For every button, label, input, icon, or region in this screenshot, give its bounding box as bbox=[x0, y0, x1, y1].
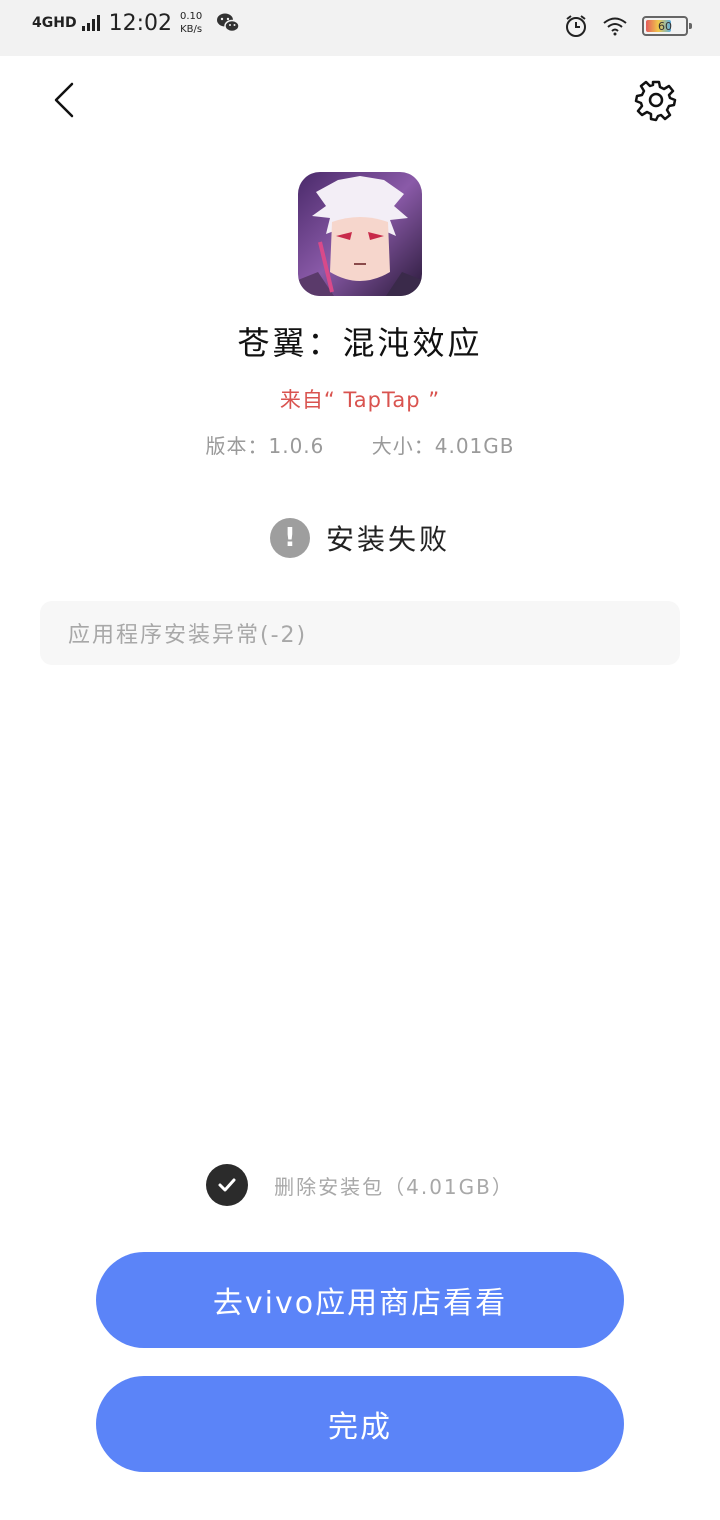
warning-icon: ! bbox=[269, 518, 310, 558]
battery-level: 60 bbox=[658, 19, 672, 33]
app-source: 来自“ TapTap ” bbox=[279, 388, 441, 412]
battery-icon: 60 bbox=[642, 16, 692, 36]
delete-package-label: 删除安装包（4.01GB） bbox=[274, 1174, 514, 1199]
error-message-box: 应用程序安装异常(-2) bbox=[40, 601, 680, 665]
status-bar-left: 4GHD 12:02 0.10 KB/s bbox=[32, 10, 240, 36]
wechat-icon bbox=[217, 13, 240, 33]
delete-package-option[interactable]: 删除安装包（4.01GB） bbox=[0, 1164, 720, 1206]
error-message: 应用程序安装异常(-2) bbox=[68, 623, 308, 648]
network-speed-unit: KB/s bbox=[180, 24, 203, 35]
back-button[interactable] bbox=[44, 78, 88, 122]
status-bar-right: 60 bbox=[550, 14, 692, 38]
app-meta: 版本：1.0.6 大小：4.01GB bbox=[0, 430, 720, 459]
status-time: 12:02 bbox=[108, 10, 172, 36]
network-type: 4GHD bbox=[32, 15, 77, 31]
wifi-icon bbox=[603, 17, 627, 36]
alarm-icon bbox=[566, 15, 586, 37]
network-speed-value: 0.10 bbox=[179, 11, 203, 22]
chevron-left-icon bbox=[54, 82, 74, 118]
go-to-store-button[interactable]: 去vivo应用商店看看 bbox=[96, 1252, 624, 1348]
delete-package-checkbox[interactable] bbox=[206, 1164, 249, 1206]
app-version: 版本：1.0.6 bbox=[205, 434, 325, 458]
network-speed: 0.10 KB/s bbox=[180, 10, 202, 36]
signal-icon bbox=[81, 15, 100, 31]
gear-icon bbox=[634, 80, 677, 122]
app-size: 大小：4.01GB bbox=[371, 434, 515, 458]
app-name: 苍翼：混沌效应 bbox=[237, 324, 483, 362]
app-icon bbox=[298, 172, 422, 296]
settings-button[interactable] bbox=[632, 76, 680, 124]
install-status-text: 安装失败 bbox=[325, 523, 450, 556]
check-icon bbox=[218, 1178, 236, 1192]
app-icon-image bbox=[298, 172, 422, 296]
done-button[interactable]: 完成 bbox=[96, 1376, 624, 1472]
status-bar: 4GHD 12:02 0.10 KB/s 60 bbox=[0, 0, 720, 56]
install-status: ! 安装失败 bbox=[0, 518, 720, 558]
